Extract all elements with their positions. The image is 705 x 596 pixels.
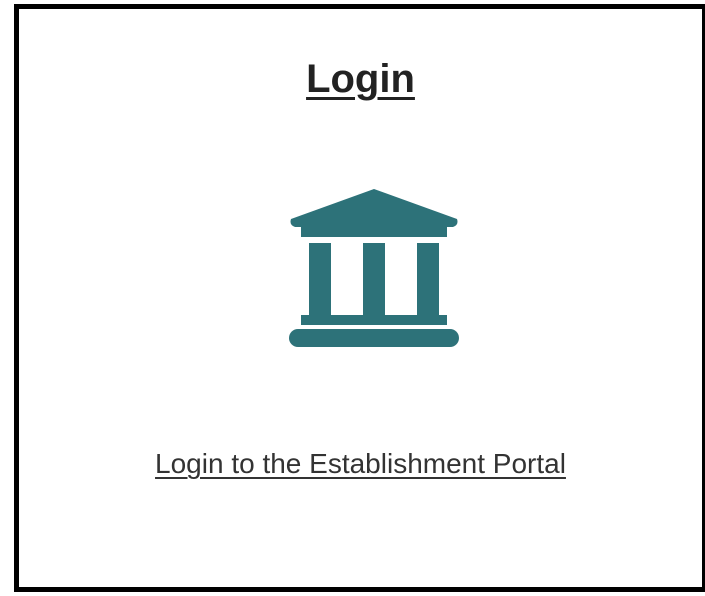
- bank-building-icon: [289, 189, 459, 347]
- establishment-portal-login-link[interactable]: Login to the Establishment Portal: [19, 444, 702, 484]
- page-title: Login: [306, 57, 415, 101]
- login-card: Login Login to the Establishment Portal: [14, 4, 705, 592]
